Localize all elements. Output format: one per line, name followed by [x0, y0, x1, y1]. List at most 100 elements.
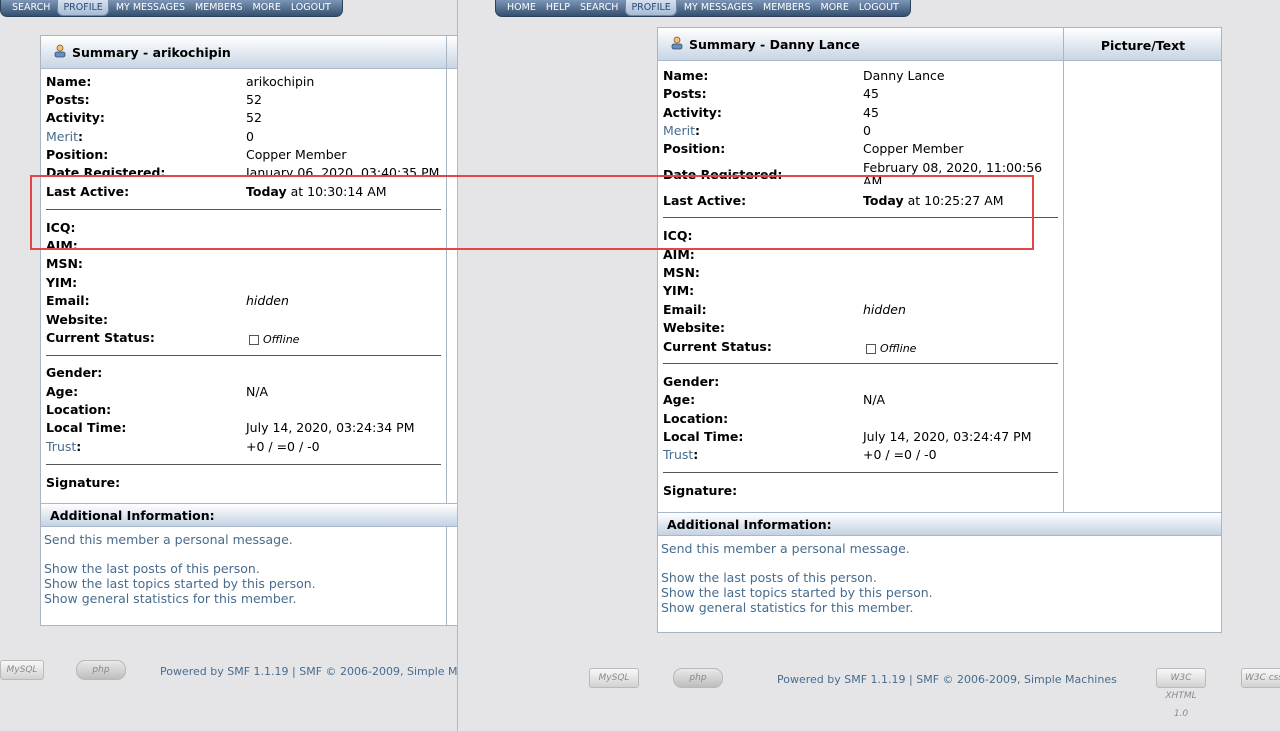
label-signature: Signature:: [663, 483, 738, 498]
send-pm-link[interactable]: Send this member a personal message.: [44, 532, 293, 547]
value-age: N/A: [863, 392, 886, 407]
status-text: Offline: [880, 342, 917, 355]
summary-title: Summary - arikochipin: [72, 45, 231, 60]
nav-more[interactable]: MORE: [816, 0, 854, 16]
value-age: N/A: [246, 384, 269, 399]
nav-my-messages[interactable]: MY MESSAGES: [679, 0, 758, 16]
nav-search[interactable]: SEARCH: [7, 0, 55, 16]
divider: [46, 355, 441, 356]
show-topics-link[interactable]: Show the last topics started by this per…: [44, 576, 316, 591]
label-position: Position:: [663, 141, 726, 156]
send-pm-link[interactable]: Send this member a personal message.: [661, 541, 910, 556]
value-activity: 52: [246, 110, 262, 125]
last-active-time: at 10:25:27 AM: [903, 193, 1004, 208]
label-msn: MSN:: [46, 256, 83, 271]
value-merit: 0: [863, 123, 871, 138]
value-current-status: Offline: [249, 331, 299, 347]
trust-link[interactable]: Trust: [663, 447, 693, 462]
value-name: Danny Lance: [863, 68, 945, 83]
label-posts: Posts:: [663, 86, 707, 101]
label-local-time: Local Time:: [663, 429, 744, 444]
merit-colon: :: [695, 123, 700, 138]
show-stats-link[interactable]: Show general statistics for this member.: [44, 591, 296, 606]
value-posts: 52: [246, 92, 262, 107]
show-posts-link[interactable]: Show the last posts of this person.: [44, 561, 260, 576]
member-profile-icon: [54, 44, 66, 58]
php-badge[interactable]: php: [673, 668, 723, 688]
nav-logout[interactable]: LOGOUT: [854, 0, 904, 16]
label-signature: Signature:: [46, 475, 121, 490]
nav-profile[interactable]: PROFILE: [57, 0, 109, 16]
nav-my-messages[interactable]: MY MESSAGES: [111, 0, 190, 16]
show-topics-link[interactable]: Show the last topics started by this per…: [661, 585, 933, 600]
last-active-time: at 10:30:14 AM: [286, 184, 387, 199]
value-merit: 0: [246, 129, 254, 144]
summary-title: Summary - Danny Lance: [689, 37, 860, 52]
label-current-status: Current Status:: [46, 330, 155, 345]
label-age: Age:: [663, 392, 696, 407]
label-date-registered: Date Registered:: [46, 165, 166, 177]
label-activity: Activity:: [46, 110, 105, 125]
additional-info-title: Additional Information:: [667, 517, 832, 532]
last-active-today: Today: [863, 193, 904, 208]
xhtml-badge[interactable]: W3C XHTML 1.0: [1156, 668, 1206, 719]
label-icq: ICQ:: [663, 228, 693, 243]
value-last-active: Today at 10:25:27 AM: [863, 193, 1004, 209]
label-date-registered: Date Registered:: [663, 167, 783, 179]
merit-link[interactable]: Merit: [46, 129, 78, 144]
nav-search[interactable]: SEARCH: [575, 0, 623, 16]
mysql-badge[interactable]: MySQL: [0, 660, 44, 680]
divider: [663, 472, 1058, 473]
email-hidden: hidden: [246, 293, 289, 308]
value-current-status: Offline: [866, 340, 916, 356]
label-gender: Gender:: [46, 365, 103, 380]
profile-panel: Summary - arikochipin Name: arikochipin …: [40, 35, 457, 626]
divider: [663, 217, 1058, 218]
additional-info-title: Additional Information:: [50, 508, 215, 523]
php-badge[interactable]: php: [76, 660, 126, 680]
label-last-active: Last Active:: [46, 184, 130, 199]
label-gender: Gender:: [663, 374, 720, 389]
last-active-today: Today: [246, 184, 287, 199]
offline-checkbox-icon: [249, 334, 259, 345]
nav-help[interactable]: HELP: [541, 0, 575, 16]
nav-members[interactable]: MEMBERS: [758, 0, 816, 16]
nav-profile[interactable]: PROFILE: [625, 0, 677, 16]
value-date-registered: February 08, 2020, 11:00:56: [863, 160, 1043, 175]
label-merit: Merit:: [663, 123, 700, 139]
nav-members[interactable]: MEMBERS: [190, 0, 248, 16]
label-location: Location:: [663, 411, 729, 426]
nav-logout[interactable]: LOGOUT: [286, 0, 336, 16]
value-local-time: July 14, 2020, 03:24:34 PM: [246, 420, 415, 435]
value-position: Copper Member: [246, 147, 347, 162]
css-badge[interactable]: W3C css: [1241, 668, 1280, 688]
summary-header: Summary - arikochipin: [41, 36, 457, 69]
label-current-status: Current Status:: [663, 339, 772, 354]
show-stats-link[interactable]: Show general statistics for this member.: [661, 600, 913, 615]
label-posts: Posts:: [46, 92, 90, 107]
merit-link[interactable]: Merit: [663, 123, 695, 138]
show-posts-link[interactable]: Show the last posts of this person.: [661, 570, 877, 585]
label-aim: AIM:: [46, 238, 78, 250]
value-date-registered: January 06, 2020, 03:40:35 PM: [246, 165, 440, 177]
label-name: Name:: [663, 68, 709, 83]
mysql-badge[interactable]: MySQL: [589, 668, 639, 688]
value-email: hidden: [863, 302, 906, 318]
label-email: Email:: [46, 293, 90, 308]
trust-colon: :: [693, 447, 699, 462]
label-last-active: Last Active:: [663, 193, 747, 208]
trust-link[interactable]: Trust: [46, 439, 76, 454]
nav-more[interactable]: MORE: [248, 0, 286, 16]
label-location: Location:: [46, 402, 112, 417]
label-msn: MSN:: [663, 265, 700, 280]
footer-text: Powered by SMF 1.1.19 | SMF © 2006-2009,…: [777, 673, 1117, 686]
nav-home[interactable]: HOME: [502, 0, 541, 16]
label-position: Position:: [46, 147, 109, 162]
member-profile-icon: [671, 36, 683, 50]
divider: [46, 209, 441, 210]
value-activity: 45: [863, 105, 879, 120]
label-yim: YIM:: [663, 283, 695, 298]
value-date-registered-ampm: AM: [863, 174, 883, 184]
label-email: Email:: [663, 302, 707, 317]
value-local-time: July 14, 2020, 03:24:47 PM: [863, 429, 1032, 444]
